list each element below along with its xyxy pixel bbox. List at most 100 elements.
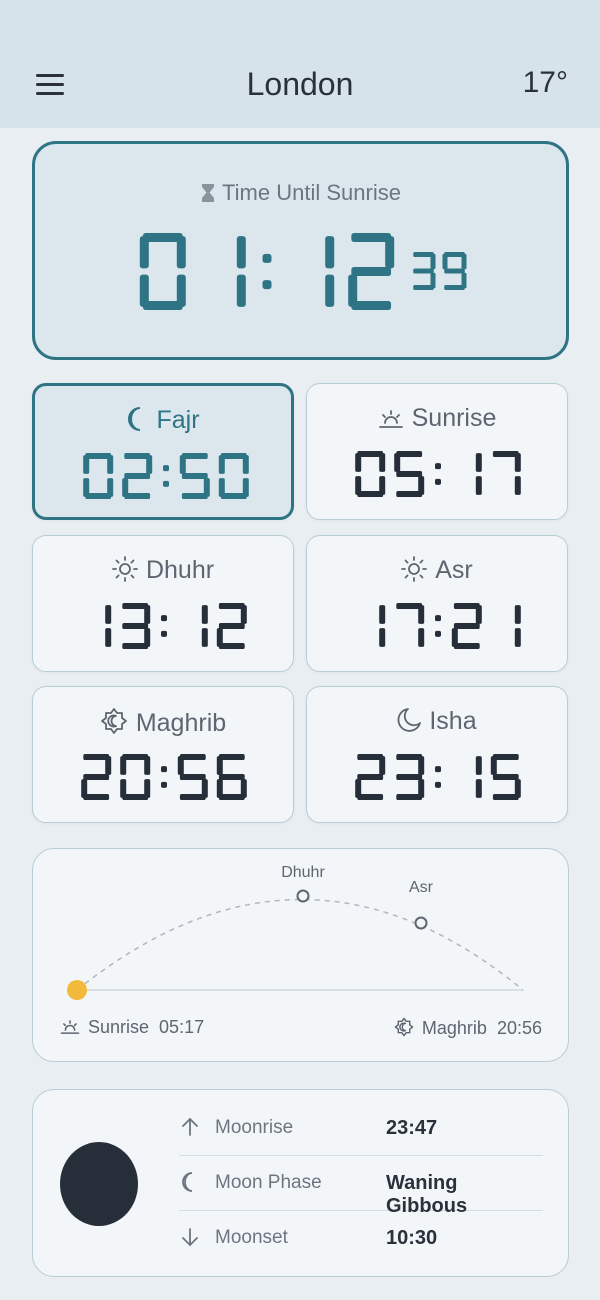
digit-segment bbox=[475, 756, 482, 775]
colon-dot bbox=[435, 766, 441, 773]
colon-dot bbox=[163, 480, 169, 487]
moonrise-value: 23:47 bbox=[386, 1117, 438, 1139]
prayer-time bbox=[81, 754, 247, 800]
digit-segment bbox=[461, 253, 467, 270]
digit-segment bbox=[514, 605, 521, 624]
digit-segment bbox=[492, 774, 519, 780]
digit-segment bbox=[418, 628, 425, 647]
countdown-card: Time Until Sunrise bbox=[32, 141, 569, 360]
sunrise-summary-time: 05:17 bbox=[159, 1017, 205, 1037]
colon-dot bbox=[262, 280, 272, 290]
countdown-display bbox=[139, 233, 467, 310]
asr-marker bbox=[414, 916, 428, 930]
digit-segment bbox=[351, 267, 392, 276]
digit-segment bbox=[475, 453, 482, 472]
digit-segment bbox=[514, 628, 521, 647]
digit-segment bbox=[355, 476, 362, 495]
digit-segment bbox=[146, 455, 153, 474]
digit-segment bbox=[396, 794, 423, 800]
digit-segment bbox=[379, 453, 386, 472]
digit-segment bbox=[142, 233, 183, 242]
colon-dot bbox=[435, 615, 441, 622]
sunset-icon bbox=[394, 1017, 414, 1037]
digit-segment bbox=[357, 774, 384, 780]
digit-segment bbox=[475, 779, 482, 798]
digit-segment bbox=[181, 493, 208, 499]
digit-segment bbox=[176, 236, 186, 269]
digit-segment bbox=[218, 643, 245, 649]
digit-segment bbox=[120, 779, 127, 798]
moon-phase-row: Moon Phase Waning Gibbous bbox=[179, 1157, 543, 1217]
digit-segment bbox=[236, 236, 246, 269]
digit-segment bbox=[242, 455, 249, 474]
digit-segment bbox=[240, 605, 247, 624]
digit-segment bbox=[218, 774, 245, 780]
colon-dot bbox=[435, 478, 441, 485]
sun-path-card: Dhuhr Asr Sunrise 05:17 Maghrib 20:56 bbox=[32, 848, 569, 1062]
digit-segment bbox=[179, 774, 206, 780]
colon-dot bbox=[435, 781, 441, 788]
prayer-time bbox=[355, 451, 521, 497]
digit-segment bbox=[179, 455, 186, 474]
digit-segment bbox=[216, 756, 223, 775]
digit-segment bbox=[124, 473, 151, 479]
digit-segment bbox=[179, 794, 206, 800]
sun-arc-path bbox=[76, 898, 524, 991]
digit-segment bbox=[444, 268, 465, 274]
sunrise-icon bbox=[60, 1020, 80, 1034]
temperature: 17° bbox=[522, 66, 568, 99]
city-title[interactable]: London bbox=[0, 66, 600, 103]
digit-segment bbox=[120, 756, 127, 775]
digit-segment bbox=[218, 623, 245, 629]
digit-segment bbox=[475, 476, 482, 495]
prayer-time bbox=[355, 754, 521, 800]
digit-segment bbox=[83, 455, 90, 474]
colon-dot bbox=[161, 615, 167, 622]
digit-segment bbox=[325, 274, 335, 307]
dhuhr-marker-label: Dhuhr bbox=[281, 864, 325, 881]
prayer-card-maghrib[interactable]: Maghrib bbox=[32, 686, 294, 823]
digit-segment bbox=[122, 623, 149, 629]
digit-segment bbox=[236, 274, 246, 307]
prayer-card-asr[interactable]: Asr bbox=[306, 535, 568, 672]
digit-segment bbox=[396, 491, 423, 497]
digit-segment bbox=[418, 605, 425, 624]
digit-segment bbox=[139, 236, 149, 269]
digit-segment bbox=[122, 643, 149, 649]
moonset-row: Moonset 10:30 bbox=[179, 1212, 543, 1266]
digit-segment bbox=[396, 774, 423, 780]
sunrise-summary-label: Sunrise bbox=[88, 1017, 150, 1037]
digit-segment bbox=[355, 453, 362, 472]
digit-segment bbox=[351, 233, 392, 242]
arrow-up-icon bbox=[182, 1117, 198, 1136]
digit-segment bbox=[379, 628, 386, 647]
prayer-time bbox=[83, 453, 249, 499]
maghrib-summary: Maghrib 20:56 bbox=[394, 1017, 542, 1039]
digit-segment bbox=[124, 493, 151, 499]
digit-segment bbox=[201, 628, 208, 647]
moonrise-row: Moonrise 23:47 bbox=[179, 1102, 543, 1156]
prayer-card-isha[interactable]: Isha bbox=[306, 686, 568, 823]
dhuhr-marker bbox=[296, 889, 310, 903]
prayer-card-sunrise[interactable]: Sunrise bbox=[306, 383, 568, 520]
maghrib-summary-time: 20:56 bbox=[496, 1018, 542, 1038]
digit-segment bbox=[379, 605, 386, 624]
digit-segment bbox=[418, 756, 425, 775]
digit-segment bbox=[379, 756, 386, 775]
arrow-down-icon bbox=[182, 1228, 198, 1247]
digit-segment bbox=[218, 455, 225, 474]
moonrise-label: Moonrise bbox=[215, 1117, 294, 1138]
digit-segment bbox=[444, 285, 465, 290]
digit-segment bbox=[385, 236, 395, 269]
colon-dot bbox=[262, 253, 272, 263]
digit-segment bbox=[430, 253, 436, 270]
digit-segment bbox=[351, 301, 392, 310]
prayer-card-dhuhr[interactable]: Dhuhr bbox=[32, 535, 294, 672]
digit-segment bbox=[240, 779, 247, 798]
digit-segment bbox=[105, 756, 112, 775]
digit-segment bbox=[514, 476, 521, 495]
digit-segment bbox=[453, 643, 480, 649]
digit-segment bbox=[83, 794, 110, 800]
digit-segment bbox=[107, 455, 114, 474]
prayer-card-fajr[interactable]: Fajr bbox=[32, 383, 294, 520]
